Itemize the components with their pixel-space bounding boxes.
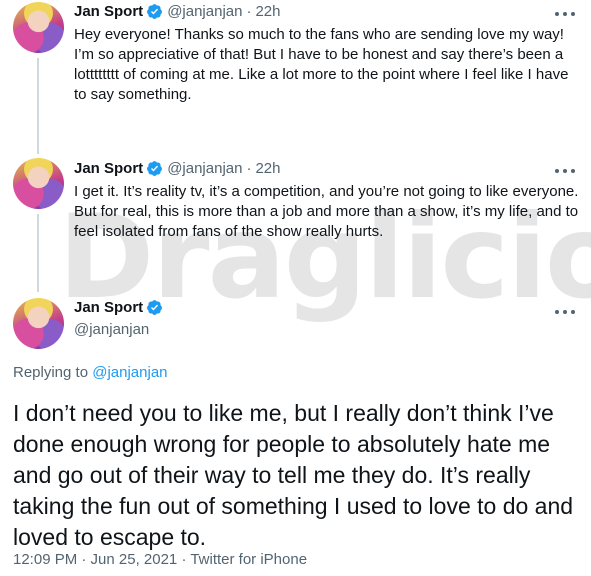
thread-line	[37, 214, 39, 292]
tweet-text: Hey everyone! Thanks so much to the fans…	[74, 26, 569, 103]
author-name[interactable]: Jan Sport	[74, 3, 143, 20]
replying-label: Replying to	[13, 364, 93, 381]
author-name[interactable]: Jan Sport	[74, 299, 143, 316]
tweet-text: I don’t need you to like me, but I reall…	[13, 400, 574, 550]
author-handle[interactable]: @janjanjan	[167, 160, 242, 177]
separator: ·	[246, 3, 252, 20]
tweet-header: Jan Sport	[74, 299, 163, 316]
tweet-time[interactable]: 22h	[255, 160, 280, 177]
tweet-text: I get it. It’s reality tv, it’s a compet…	[74, 183, 579, 240]
thread-line	[37, 58, 39, 154]
tweet-time[interactable]: 22h	[255, 3, 280, 20]
mention-link[interactable]: @janjanjan	[92, 364, 167, 381]
more-options-icon[interactable]	[555, 164, 575, 178]
avatar[interactable]	[13, 158, 64, 209]
tweet-header: Jan Sport @janjanjan · 22h	[74, 3, 281, 20]
avatar[interactable]	[13, 298, 64, 349]
more-options-icon[interactable]	[555, 305, 575, 319]
verified-badge-icon	[147, 4, 163, 19]
author-name[interactable]: Jan Sport	[74, 160, 143, 177]
verified-badge-icon	[147, 300, 163, 315]
verified-badge-icon	[147, 161, 163, 176]
replying-to: Replying to @janjanjan	[13, 364, 168, 381]
author-handle[interactable]: @janjanjan	[74, 321, 149, 338]
more-options-icon[interactable]	[555, 7, 575, 21]
separator: ·	[246, 160, 252, 177]
tweet-header: Jan Sport @janjanjan · 22h	[74, 160, 281, 177]
author-handle[interactable]: @janjanjan	[167, 3, 242, 20]
avatar[interactable]	[13, 2, 64, 53]
tweet-timestamp[interactable]: 12:09 PM · Jun 25, 2021 · Twitter for iP…	[13, 551, 307, 568]
